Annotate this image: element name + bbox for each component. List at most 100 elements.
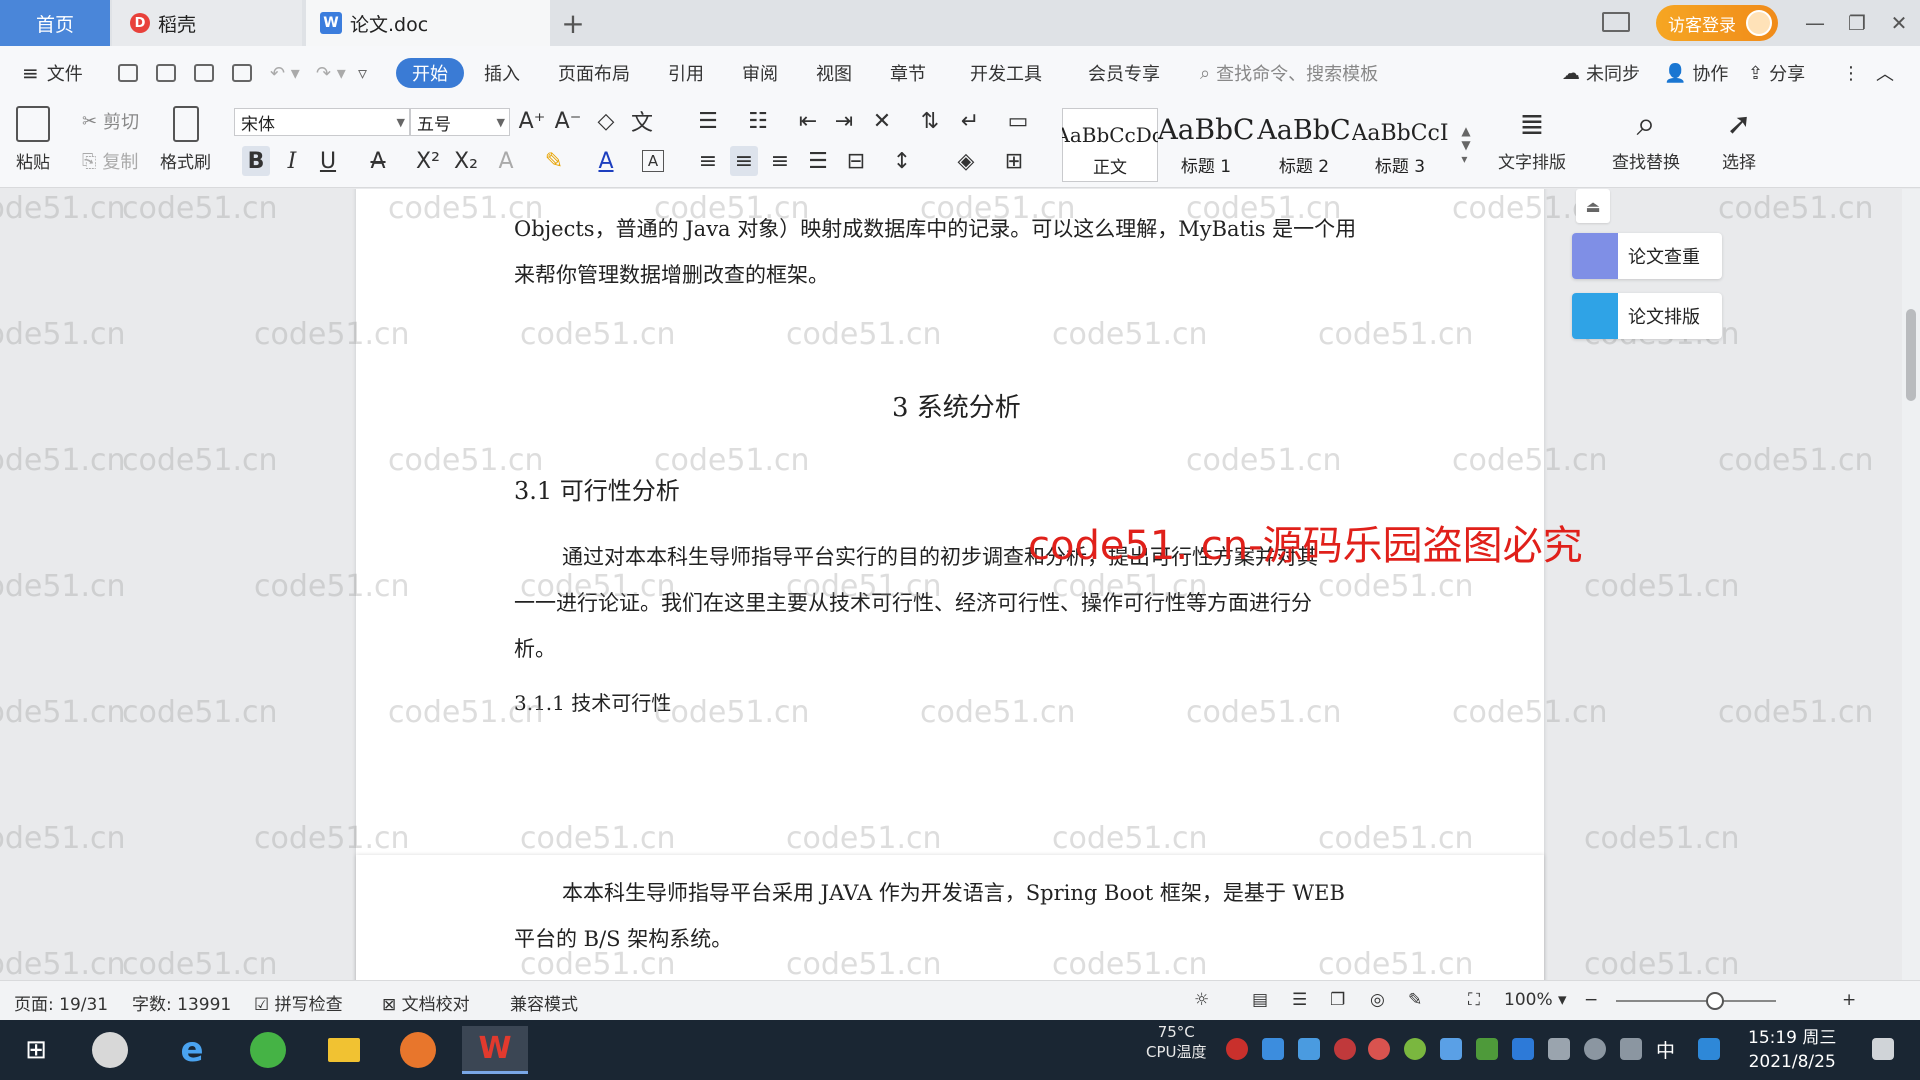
- style-heading-2[interactable]: AaBbC 标题 2: [1256, 108, 1352, 182]
- paper-check-button[interactable]: 论文查重: [1572, 233, 1722, 279]
- wifi-icon[interactable]: [1584, 1038, 1606, 1060]
- document-page[interactable]: 本本科生导师指导平台采用 JAVA 作为开发语言，Spring Boot 框架，…: [356, 855, 1544, 980]
- increase-indent-icon[interactable]: ⇥: [830, 106, 858, 136]
- undo-icon[interactable]: ↶ ▾: [270, 58, 300, 88]
- superscript-button[interactable]: X²: [414, 146, 442, 176]
- reading-view-icon[interactable]: ❐: [1330, 990, 1345, 1010]
- style-normal[interactable]: AaBbCcDd 正文: [1062, 108, 1158, 182]
- tab-home[interactable]: 首页: [0, 0, 110, 46]
- zoom-out-button[interactable]: −: [1584, 990, 1598, 1010]
- zoom-level[interactable]: 100% ▾: [1504, 990, 1567, 1010]
- subscript-button[interactable]: X₂: [452, 146, 480, 176]
- guest-login-button[interactable]: 访客登录: [1656, 5, 1778, 41]
- tray-app-icon[interactable]: [1404, 1038, 1426, 1060]
- more-icon[interactable]: ⋮: [1842, 58, 1860, 88]
- menu-chapter[interactable]: 章节: [890, 58, 926, 88]
- font-size-select[interactable]: 五号 ▼: [410, 108, 510, 136]
- distribute-icon[interactable]: ⊟: [842, 146, 870, 176]
- show-marks-icon[interactable]: ↵: [956, 106, 984, 136]
- paper-layout-button[interactable]: 论文排版: [1572, 293, 1722, 339]
- nvidia-icon[interactable]: [1476, 1038, 1498, 1060]
- print-icon[interactable]: [194, 58, 220, 88]
- battery-icon[interactable]: [1548, 1038, 1570, 1060]
- justify-icon[interactable]: ☰: [804, 146, 832, 176]
- menu-member[interactable]: 会员专享: [1088, 58, 1160, 88]
- notification-icon[interactable]: [1872, 1038, 1894, 1060]
- tray-app-icon[interactable]: [1226, 1038, 1248, 1060]
- menu-developer[interactable]: 开发工具: [970, 58, 1042, 88]
- volume-icon[interactable]: [1620, 1038, 1642, 1060]
- bluetooth-icon[interactable]: [1512, 1038, 1534, 1060]
- zoom-slider-handle[interactable]: [1706, 992, 1724, 1010]
- format-painter-button[interactable]: 格式刷: [160, 106, 211, 173]
- shield-icon[interactable]: [1298, 1038, 1320, 1060]
- word-count[interactable]: 字数: 13991: [132, 990, 231, 1015]
- window-layout-icon[interactable]: [1602, 12, 1630, 32]
- tab-docer[interactable]: D 稻壳: [112, 0, 302, 46]
- spell-check-button[interactable]: ☑ 拼写检查: [254, 990, 343, 1015]
- zoom-in-button[interactable]: +: [1842, 990, 1856, 1010]
- menu-insert[interactable]: 插入: [484, 58, 520, 88]
- media-app-icon[interactable]: [390, 1026, 446, 1074]
- web-view-icon[interactable]: ◎: [1370, 990, 1385, 1010]
- tray-app-icon[interactable]: [1368, 1038, 1390, 1060]
- tray-app-icon[interactable]: [1334, 1038, 1356, 1060]
- text-layout-button[interactable]: ≣ 文字排版: [1498, 106, 1566, 174]
- minimize-button[interactable]: —: [1798, 8, 1832, 38]
- menu-view[interactable]: 视图: [816, 58, 852, 88]
- outline-view-icon[interactable]: ☰: [1292, 990, 1307, 1010]
- close-button[interactable]: ✕: [1882, 8, 1916, 38]
- copy-button[interactable]: ⎘ 复制: [82, 146, 138, 176]
- vertical-scrollbar[interactable]: [1902, 189, 1920, 980]
- sort-icon[interactable]: ⇅: [916, 106, 944, 136]
- wps-taskbar-icon[interactable]: W: [462, 1026, 528, 1074]
- redo-icon[interactable]: ↷ ▾: [316, 58, 346, 88]
- style-scroll-icon[interactable]: ▲ ▼ ▾: [1452, 110, 1480, 180]
- export-icon[interactable]: [156, 58, 182, 88]
- paste-button[interactable]: 粘贴: [16, 106, 50, 173]
- qq-icon[interactable]: [1698, 1038, 1720, 1060]
- align-center-icon[interactable]: ≡: [730, 146, 758, 176]
- page-view-icon[interactable]: ▤: [1252, 990, 1268, 1010]
- line-spacing-icon[interactable]: ↕: [888, 146, 916, 176]
- grow-font-icon[interactable]: A⁺: [518, 106, 546, 136]
- page-indicator[interactable]: 页面: 19/31: [14, 990, 108, 1015]
- font-color-icon[interactable]: A: [592, 146, 620, 176]
- shading-icon[interactable]: ◈: [952, 146, 980, 176]
- cut-button[interactable]: ✂ 剪切: [82, 106, 139, 136]
- windows-start-icon[interactable]: ⊞: [8, 1026, 64, 1074]
- restore-button[interactable]: ❐: [1840, 8, 1874, 38]
- menu-reference[interactable]: 引用: [668, 58, 704, 88]
- collapse-ribbon-icon[interactable]: ︿: [1876, 58, 1894, 88]
- menu-review[interactable]: 审阅: [742, 58, 778, 88]
- bold-button[interactable]: B: [242, 146, 270, 176]
- chinese-layout-icon[interactable]: ✕: [868, 106, 896, 136]
- strikethrough-button[interactable]: A: [364, 146, 392, 176]
- zoom-slider[interactable]: [1616, 1000, 1776, 1002]
- scrollbar-thumb[interactable]: [1906, 309, 1916, 401]
- char-border-icon[interactable]: A: [642, 150, 664, 172]
- menu-page-layout[interactable]: 页面布局: [558, 58, 630, 88]
- phonetic-icon[interactable]: 文: [628, 106, 656, 136]
- customize-icon[interactable]: ▿: [358, 58, 367, 88]
- file-menu[interactable]: ≡ 文件: [22, 58, 83, 88]
- align-right-icon[interactable]: ≡: [766, 146, 794, 176]
- pen-icon[interactable]: ✎: [1408, 990, 1422, 1010]
- fit-page-icon[interactable]: ⛶: [1468, 990, 1480, 1010]
- align-left-icon[interactable]: ≡: [694, 146, 722, 176]
- pinwheel-app-icon[interactable]: [82, 1026, 138, 1074]
- new-tab-button[interactable]: +: [556, 0, 590, 46]
- font-name-select[interactable]: 宋体 ▼: [234, 108, 410, 136]
- text-effect-icon[interactable]: A: [492, 146, 520, 176]
- clear-format-icon[interactable]: ◇: [592, 106, 620, 136]
- select-button[interactable]: ➚ 选择: [1722, 106, 1756, 174]
- command-search[interactable]: ⌕ 查找命令、搜索模板: [1200, 58, 1378, 88]
- eye-protection-icon[interactable]: ☼: [1194, 990, 1209, 1010]
- file-explorer-icon[interactable]: [316, 1026, 372, 1074]
- collapse-panel-button[interactable]: ⏏: [1576, 189, 1610, 223]
- tab-document[interactable]: W 论文.doc: [306, 0, 550, 46]
- decrease-indent-icon[interactable]: ⇤: [794, 106, 822, 136]
- print-preview-icon[interactable]: [232, 58, 258, 88]
- shrink-font-icon[interactable]: A⁻: [554, 106, 582, 136]
- style-heading-3[interactable]: AaBbCcI 标题 3: [1352, 108, 1448, 182]
